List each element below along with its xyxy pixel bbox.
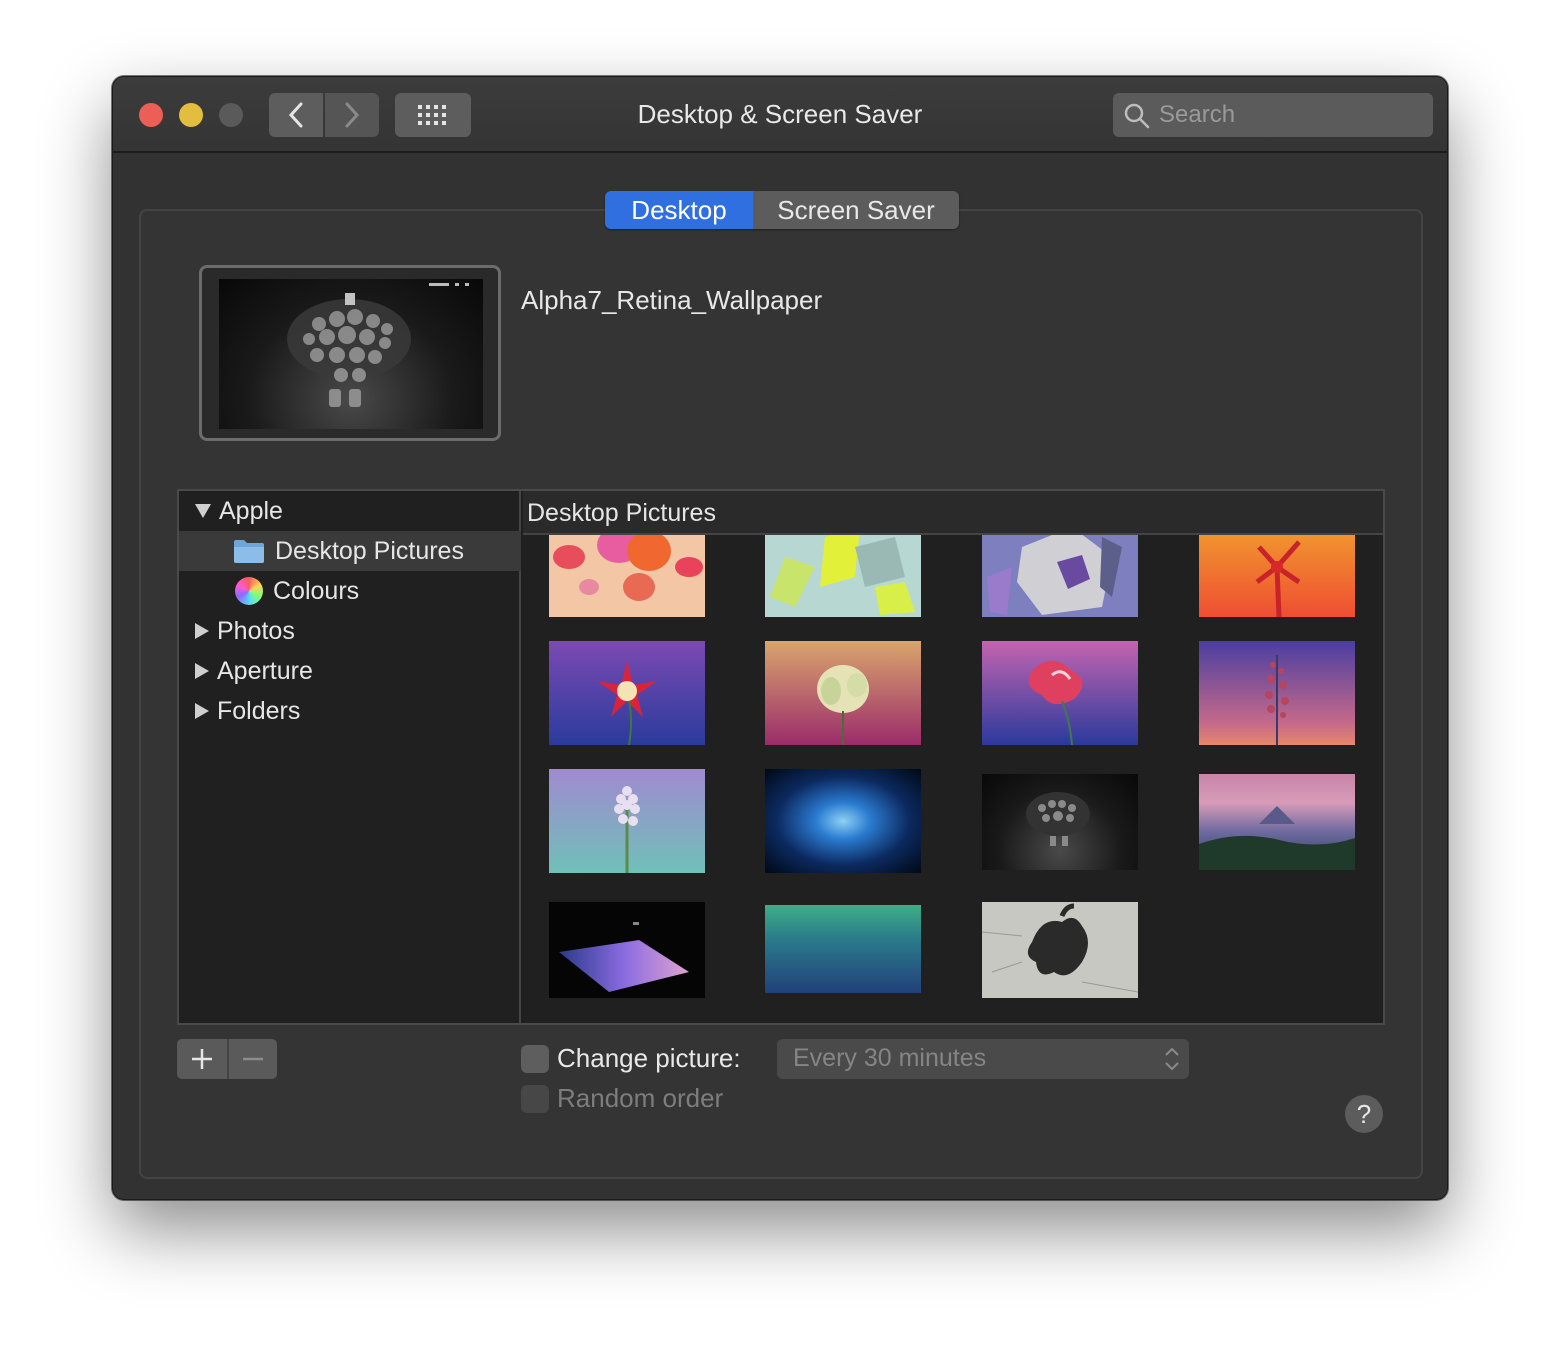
wallpaper-thumbnail[interactable] xyxy=(765,769,921,873)
current-wallpaper-preview xyxy=(199,265,501,441)
wallpaper-thumbnail[interactable] xyxy=(982,902,1138,998)
wallpaper-thumbnail[interactable] xyxy=(982,774,1138,870)
search-icon xyxy=(1124,103,1150,129)
minus-icon xyxy=(243,1057,263,1061)
help-button[interactable]: ? xyxy=(1345,1095,1383,1133)
sidebar-item-label: Folders xyxy=(217,696,301,725)
wallpaper-thumbnail[interactable] xyxy=(549,641,705,745)
sidebar-item-apple[interactable]: Apple xyxy=(179,491,521,531)
sidebar-item-colours[interactable]: Colours xyxy=(179,571,521,611)
interval-popup[interactable]: Every 30 minutes xyxy=(777,1039,1189,1079)
grid-header: Desktop Pictures xyxy=(523,491,1383,535)
wallpaper-thumbnail[interactable] xyxy=(1199,527,1355,617)
wallpaper-thumbnail[interactable] xyxy=(982,527,1138,617)
disclosure-closed-icon[interactable] xyxy=(195,703,209,719)
source-list[interactable]: Apple Desktop Pictures Colours Photos Ap… xyxy=(179,491,521,1023)
sidebar-item-desktop-pictures[interactable]: Desktop Pictures xyxy=(179,531,521,571)
random-order-checkbox[interactable] xyxy=(521,1085,549,1113)
tab-screen-saver[interactable]: Screen Saver xyxy=(753,191,959,229)
preferences-window: Desktop & Screen Saver Desktop Screen Sa… xyxy=(112,76,1448,1200)
search-field[interactable] xyxy=(1113,93,1433,137)
folder-icon xyxy=(234,540,264,563)
updown-arrows-icon xyxy=(1165,1047,1179,1071)
camera-lenses-image xyxy=(287,283,469,407)
thumbnail-grid[interactable] xyxy=(523,491,1383,1023)
wallpaper-preview-image xyxy=(219,279,483,429)
sidebar-item-label: Desktop Pictures xyxy=(275,536,464,565)
disclosure-closed-icon[interactable] xyxy=(195,663,209,679)
wallpaper-name: Alpha7_Retina_Wallpaper xyxy=(521,285,823,315)
wallpaper-thumbnail[interactable] xyxy=(765,527,921,617)
search-input[interactable] xyxy=(1159,99,1419,131)
disclosure-open-icon[interactable] xyxy=(195,504,211,518)
add-remove-control xyxy=(177,1039,277,1079)
sidebar-item-label: Colours xyxy=(273,576,360,605)
wallpaper-thumbnail[interactable] xyxy=(549,769,705,873)
sidebar-item-photos[interactable]: Photos xyxy=(179,611,521,651)
title-bar: Desktop & Screen Saver xyxy=(113,77,1447,153)
wallpaper-thumbnail[interactable] xyxy=(982,641,1138,745)
color-wheel-icon xyxy=(235,577,263,605)
add-folder-button[interactable] xyxy=(177,1039,227,1079)
wallpaper-thumbnail[interactable] xyxy=(1199,774,1355,870)
wallpaper-thumbnail[interactable] xyxy=(765,641,921,745)
sidebar-item-folders[interactable]: Folders xyxy=(179,691,521,731)
remove-folder-button[interactable] xyxy=(227,1039,277,1079)
sidebar-item-label: Photos xyxy=(217,616,295,645)
sidebar-item-label: Aperture xyxy=(217,656,313,685)
wallpaper-thumbnail[interactable] xyxy=(765,905,921,993)
wallpaper-thumbnail[interactable] xyxy=(549,527,705,617)
plus-icon xyxy=(192,1049,212,1069)
picture-browser: Apple Desktop Pictures Colours Photos Ap… xyxy=(177,489,1385,1025)
sidebar-item-aperture[interactable]: Aperture xyxy=(179,651,521,691)
change-picture-checkbox[interactable] xyxy=(521,1045,549,1073)
tab-desktop[interactable]: Desktop xyxy=(605,191,753,229)
wallpaper-thumbnail[interactable] xyxy=(549,902,705,998)
sidebar-item-label: Apple xyxy=(219,496,283,525)
disclosure-closed-icon[interactable] xyxy=(195,623,209,639)
tab-bar: Desktop Screen Saver xyxy=(605,191,959,229)
change-picture-label: Change picture: xyxy=(557,1043,741,1073)
random-order-label: Random order xyxy=(557,1083,724,1113)
wallpaper-thumbnail[interactable] xyxy=(1199,641,1355,745)
interval-value: Every 30 minutes xyxy=(793,1044,987,1072)
